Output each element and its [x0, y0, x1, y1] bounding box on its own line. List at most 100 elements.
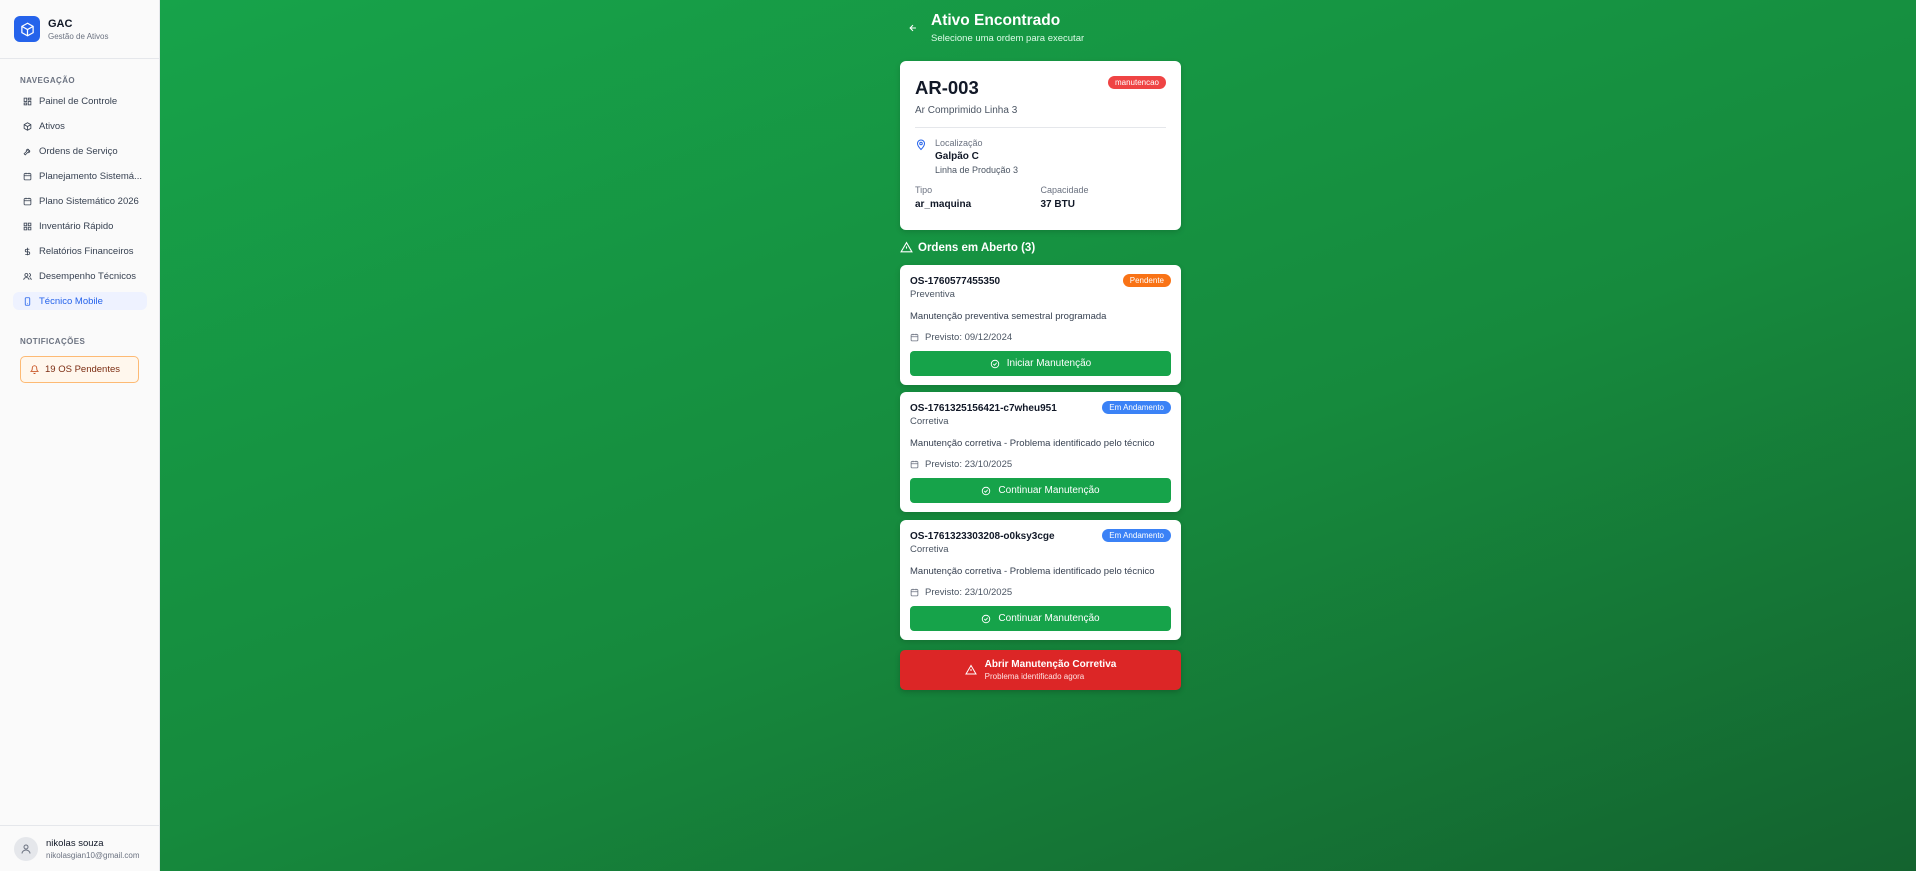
sidebar-item-label: Ativos [39, 120, 65, 132]
scan-icon [23, 222, 32, 231]
sidebar-item-label: Plano Sistemático 2026 [39, 195, 139, 207]
sidebar-item-label: Relatórios Financeiros [39, 245, 134, 257]
wrench-icon [23, 147, 32, 156]
button-label: Continuar Manutenção [998, 613, 1100, 624]
sidebar-item-ordens-de-servico[interactable]: Ordens de Serviço [13, 142, 147, 160]
capacity-value: 37 BTU [1040, 199, 1075, 210]
check-circle-icon [981, 614, 991, 624]
sidebar-item-label: Planejamento Sistemá... [39, 170, 142, 182]
open-corrective-maintenance-button[interactable]: Abrir Manutenção Corretiva Problema iden… [900, 650, 1181, 690]
continue-maintenance-button[interactable]: Continuar Manutenção [910, 478, 1171, 503]
order-type: Corretiva [910, 416, 949, 427]
calendar-icon [910, 460, 919, 469]
order-date: Previsto: 09/12/2024 [910, 332, 1171, 343]
sidebar-item-painel-de-controle[interactable]: Painel de Controle [13, 92, 147, 110]
nav-section-label: NAVEGAÇÃO [20, 76, 76, 85]
page-subtitle: Selecione uma ordem para executar [931, 33, 1085, 44]
start-maintenance-button[interactable]: Iniciar Manutenção [910, 351, 1171, 376]
brand[interactable]: GAC Gestão de Ativos [0, 0, 159, 59]
notifications-section-label: NOTIFICAÇÕES [20, 337, 86, 346]
brand-title: GAC [48, 17, 73, 30]
user-email: nikolasgian10@gmail.com [46, 850, 140, 860]
order-description: Manutenção preventiva semestral programa… [910, 311, 1107, 322]
box-icon [23, 121, 32, 131]
user-icon [21, 844, 31, 854]
status-badge: Em Andamento [1102, 529, 1171, 542]
asset-card: AR-003 manutencao Ar Comprimido Linha 3 … [900, 61, 1181, 230]
sidebar-item-plano-sistematico-2026[interactable]: Plano Sistemático 2026 [13, 192, 147, 210]
asset-name: Ar Comprimido Linha 3 [915, 105, 1018, 116]
smartphone-icon [23, 296, 32, 306]
map-pin-icon [915, 138, 927, 152]
spec-capacity: Capacidade 37 BTU [1041, 185, 1167, 210]
spec-type: Tipo ar_maquina [915, 185, 1041, 210]
location-label: Localização [935, 138, 983, 148]
sidebar-item-ativos[interactable]: Ativos [13, 117, 147, 135]
notification-text: 19 OS Pendentes [45, 364, 120, 375]
open-orders-heading: Ordens em Aberto (3) [900, 241, 1035, 254]
calendar-icon [23, 197, 32, 206]
user-profile[interactable]: nikolas souza nikolasgian10@gmail.com [0, 825, 160, 871]
order-date-text: Previsto: 23/10/2025 [925, 459, 1013, 470]
status-badge: Pendente [1122, 274, 1171, 287]
arrow-left-icon [909, 24, 916, 32]
order-card: OS-1761323303208-o0ksy3cge Em Andamento … [900, 520, 1181, 640]
continue-maintenance-button[interactable]: Continuar Manutenção [910, 606, 1171, 631]
brand-subtitle: Gestão de Ativos [48, 31, 109, 41]
order-date-text: Previsto: 09/12/2024 [925, 332, 1013, 343]
sidebar-item-inventario-rapido[interactable]: Inventário Rápido [13, 217, 147, 235]
asset-location: Localização Galpão C Linha de Produção 3 [915, 138, 1166, 175]
user-name: nikolas souza [46, 837, 104, 849]
sidebar-item-label: Painel de Controle [39, 95, 118, 107]
asset-specs: Tipo ar_maquina Capacidade 37 BTU [915, 185, 1166, 210]
sidebar-item-relatorios-financeiros[interactable]: Relatórios Financeiros [13, 242, 147, 260]
status-badge: manutencao [1107, 76, 1166, 89]
order-card: OS-1760577455350 Pendente Preventiva Man… [900, 265, 1181, 385]
location-subtitle: Linha de Produção 3 [935, 165, 1019, 175]
sidebar-item-label: Técnico Mobile [39, 295, 103, 307]
order-date: Previsto: 23/10/2025 [910, 459, 1171, 470]
page-header: Ativo Encontrado Selecione uma ordem par… [905, 12, 1084, 44]
type-label: Tipo [915, 185, 933, 195]
calendar-icon [910, 333, 919, 342]
dashboard-icon [23, 97, 32, 106]
sidebar-item-label: Desempenho Técnicos [39, 270, 136, 282]
check-circle-icon [981, 486, 991, 496]
location-value: Galpão C [935, 151, 979, 162]
bell-icon [30, 365, 39, 374]
sidebar-item-tecnico-mobile[interactable]: Técnico Mobile [13, 292, 147, 310]
check-circle-icon [990, 359, 1000, 369]
calendar-icon [23, 172, 32, 181]
order-date: Previsto: 23/10/2025 [910, 587, 1171, 598]
calendar-icon [910, 588, 919, 597]
order-date-text: Previsto: 23/10/2025 [925, 587, 1013, 598]
sidebar-nav: NAVEGAÇÃO Painel de Controle Ativos Orde… [0, 76, 160, 317]
order-description: Manutenção corretiva - Problema identifi… [910, 438, 1155, 449]
button-label: Continuar Manutenção [998, 485, 1100, 496]
pending-os-notification[interactable]: 19 OS Pendentes [20, 356, 139, 383]
sidebar-item-desempenho-tecnicos[interactable]: Desempenho Técnicos [13, 267, 147, 285]
sidebar-item-planejamento-sistematico[interactable]: Planejamento Sistemá... [13, 167, 147, 185]
dollar-icon [23, 247, 32, 256]
corrective-subtitle: Problema identificado agora [984, 672, 1085, 681]
avatar [14, 836, 38, 861]
sidebar-item-label: Ordens de Serviço [39, 145, 118, 157]
alert-triangle-icon [964, 664, 977, 676]
order-type: Preventiva [910, 289, 955, 300]
status-badge: Em Andamento [1102, 401, 1171, 414]
users-icon [23, 272, 32, 281]
corrective-title: Abrir Manutenção Corretiva [984, 659, 1117, 670]
type-value: ar_maquina [915, 199, 972, 210]
order-type: Corretiva [910, 544, 949, 555]
order-card: OS-1761325156421-c7wheu951 Em Andamento … [900, 392, 1181, 512]
divider [915, 127, 1166, 128]
page-title: Ativo Encontrado [931, 12, 1061, 29]
capacity-label: Capacidade [1040, 185, 1089, 195]
back-button[interactable] [905, 20, 921, 36]
open-orders-title: Ordens em Aberto (3) [918, 241, 1036, 254]
alert-triangle-icon [900, 241, 913, 254]
button-label: Iniciar Manutenção [1006, 358, 1092, 369]
order-description: Manutenção corretiva - Problema identifi… [910, 566, 1155, 577]
sidebar: GAC Gestão de Ativos NAVEGAÇÃO Painel de… [0, 0, 160, 871]
cube-logo-icon [14, 16, 40, 42]
